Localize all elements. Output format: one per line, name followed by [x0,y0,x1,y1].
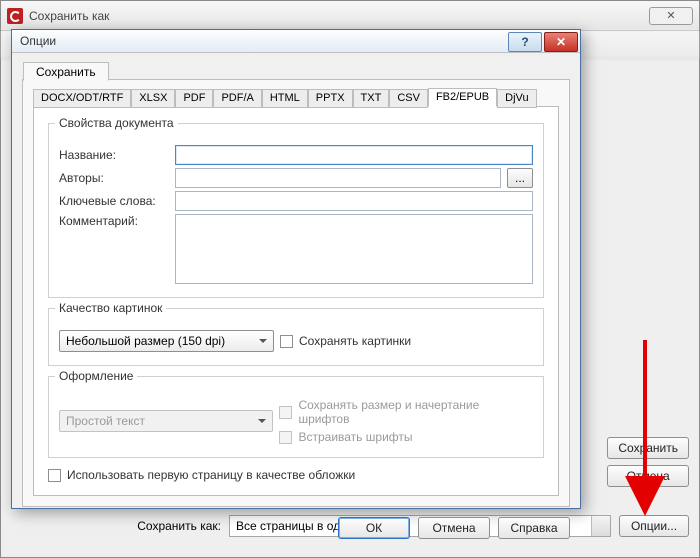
checkbox-keep-fonts-label: Сохранять размер и начертание шрифтов [298,398,533,426]
label-keywords: Ключевые слова: [59,194,169,208]
options-title: Опции [20,34,56,48]
checkbox-box-icon [279,431,292,444]
save-button[interactable]: Сохранить [607,437,689,459]
tab-txt[interactable]: TXT [353,89,390,108]
legend-layout: Оформление [55,369,137,383]
options-button[interactable]: Опции... [619,515,689,537]
label-comment: Комментарий: [59,214,169,228]
window-close-button[interactable]: ✕ [649,7,693,25]
app-icon [7,8,23,24]
combo-image-quality-value: Небольшой размер (150 dpi) [66,334,225,348]
tab-pdf[interactable]: PDF [175,89,213,108]
dialog-close-button[interactable]: ✕ [544,32,578,52]
authors-browse-button[interactable]: ... [507,168,533,188]
outer-tab-save[interactable]: Сохранить [23,62,109,81]
label-name: Название: [59,148,169,162]
format-panel: Свойства документа Название: Авторы: ...… [33,106,559,496]
tab-djvu[interactable]: DjVu [497,89,536,108]
group-doc-properties: Свойства документа Название: Авторы: ...… [48,123,544,298]
help-button[interactable]: Справка [498,517,570,539]
combo-layout-value: Простой текст [66,414,145,428]
checkbox-first-page-cover-label: Использовать первую страницу в качестве … [67,468,355,482]
input-comment[interactable] [175,214,533,284]
cancel-dialog-button[interactable]: Отмена [418,517,490,539]
tab-fb2-epub[interactable]: FB2/EPUB [428,88,497,107]
save-as-titlebar: Сохранить как ✕ [1,1,699,31]
checkbox-box-icon [280,335,293,348]
checkbox-first-page-cover[interactable]: Использовать первую страницу в качестве … [48,468,355,482]
checkbox-save-pictures-label: Сохранять картинки [299,334,411,348]
tab-xlsx[interactable]: XLSX [131,89,175,108]
outer-tabpanel: Сохранить DOCX/ODT/RTF XLSX PDF PDF/A HT… [22,79,570,507]
input-keywords[interactable] [175,191,533,211]
options-dialog: Опции ? ✕ Сохранить DOCX/ODT/RTF XLSX PD… [11,29,581,509]
combo-image-quality[interactable]: Небольшой размер (150 dpi) [59,330,274,352]
dialog-button-row: ОК Отмена Справка [22,507,570,539]
tab-pdfa[interactable]: PDF/A [213,89,261,108]
options-titlebar: Опции ? ✕ [12,30,580,53]
tab-csv[interactable]: CSV [389,89,428,108]
save-as-title: Сохранить как [29,9,109,23]
combo-layout[interactable]: Простой текст [59,410,273,432]
checkbox-box-icon [48,469,61,482]
dialog-help-button[interactable]: ? [508,32,542,52]
group-image-quality: Качество картинок Небольшой размер (150 … [48,308,544,366]
checkbox-box-icon [279,406,292,419]
tab-html[interactable]: HTML [262,89,308,108]
tab-pptx[interactable]: PPTX [308,89,353,108]
tab-docx[interactable]: DOCX/ODT/RTF [33,89,131,108]
legend-doc-properties: Свойства документа [55,116,178,130]
format-tabs: DOCX/ODT/RTF XLSX PDF PDF/A HTML PPTX TX… [33,88,559,107]
checkbox-embed-fonts: Встраивать шрифты [279,430,533,444]
legend-image-quality: Качество картинок [55,301,166,315]
label-authors: Авторы: [59,171,169,185]
checkbox-embed-fonts-label: Встраивать шрифты [298,430,412,444]
input-authors[interactable] [175,168,501,188]
group-layout: Оформление Простой текст Сохранять разме… [48,376,544,458]
checkbox-keep-fonts: Сохранять размер и начертание шрифтов [279,398,533,426]
ok-button[interactable]: ОК [338,517,410,539]
input-name[interactable] [175,145,533,165]
checkbox-save-pictures[interactable]: Сохранять картинки [280,334,411,348]
